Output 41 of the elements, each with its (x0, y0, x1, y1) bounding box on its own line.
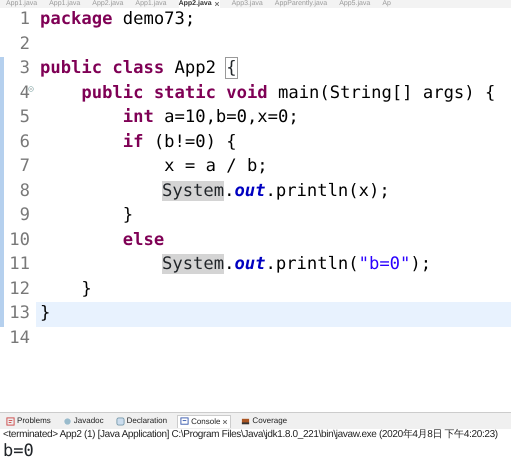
line-number: 7 (18, 155, 30, 178)
panel-tab[interactable]: Problems (4, 415, 53, 427)
coverage-icon (241, 416, 250, 426)
code-line: } (122, 204, 134, 228)
collapse-icon[interactable] (28, 86, 34, 92)
console-icon (180, 417, 190, 426)
line-number: 4 (18, 82, 30, 105)
line-number: 11 (8, 253, 30, 276)
line-number: 1 (18, 8, 30, 32)
line-number: 3 (18, 57, 30, 80)
console-header: <terminated> App2 (1) [Java Application] C:\Program Files\Java\jdk1.8.0_221\bin\javaw.exe (2020年4月8日 下午4:20:23) (2, 429, 499, 441)
line-number: 9 (18, 204, 30, 228)
code-line: package demo73; (39, 8, 196, 32)
line-number: 10 (8, 228, 30, 252)
code-line: if (b!=0) { (122, 130, 237, 154)
line-number: 13 (8, 302, 30, 326)
panel-tab[interactable]: Console (177, 414, 232, 428)
problems-icon (6, 416, 15, 426)
line-number: 6 (18, 130, 30, 154)
line-number: 8 (18, 180, 30, 203)
declaration-icon (116, 416, 125, 426)
code-line: System.out.println(x); (161, 180, 390, 203)
line-number: 14 (8, 326, 30, 350)
code-line: } (39, 302, 50, 326)
panel-tab[interactable]: Javadoc (60, 415, 106, 427)
code-line: else (122, 228, 164, 252)
panel-tab[interactable]: Declaration (114, 415, 170, 427)
code-line: } (80, 278, 92, 301)
panel-tab[interactable]: Coverage (239, 415, 290, 427)
line-number: 2 (18, 32, 30, 56)
javadoc-icon (62, 416, 72, 426)
close-icon (222, 418, 228, 424)
code-line: System.out.println("b=0"); (161, 253, 432, 276)
close-icon (214, 1, 220, 7)
code-line: x = a / b; (163, 155, 268, 178)
console-output: b=0 (2, 441, 35, 461)
code-line: public static void main(String[] args) { (80, 82, 496, 105)
code-line: int a=10,b=0,x=0; (122, 106, 299, 130)
line-number: 5 (18, 106, 30, 130)
line-number: 12 (8, 278, 30, 301)
code-line: public class App2 { (39, 57, 237, 80)
